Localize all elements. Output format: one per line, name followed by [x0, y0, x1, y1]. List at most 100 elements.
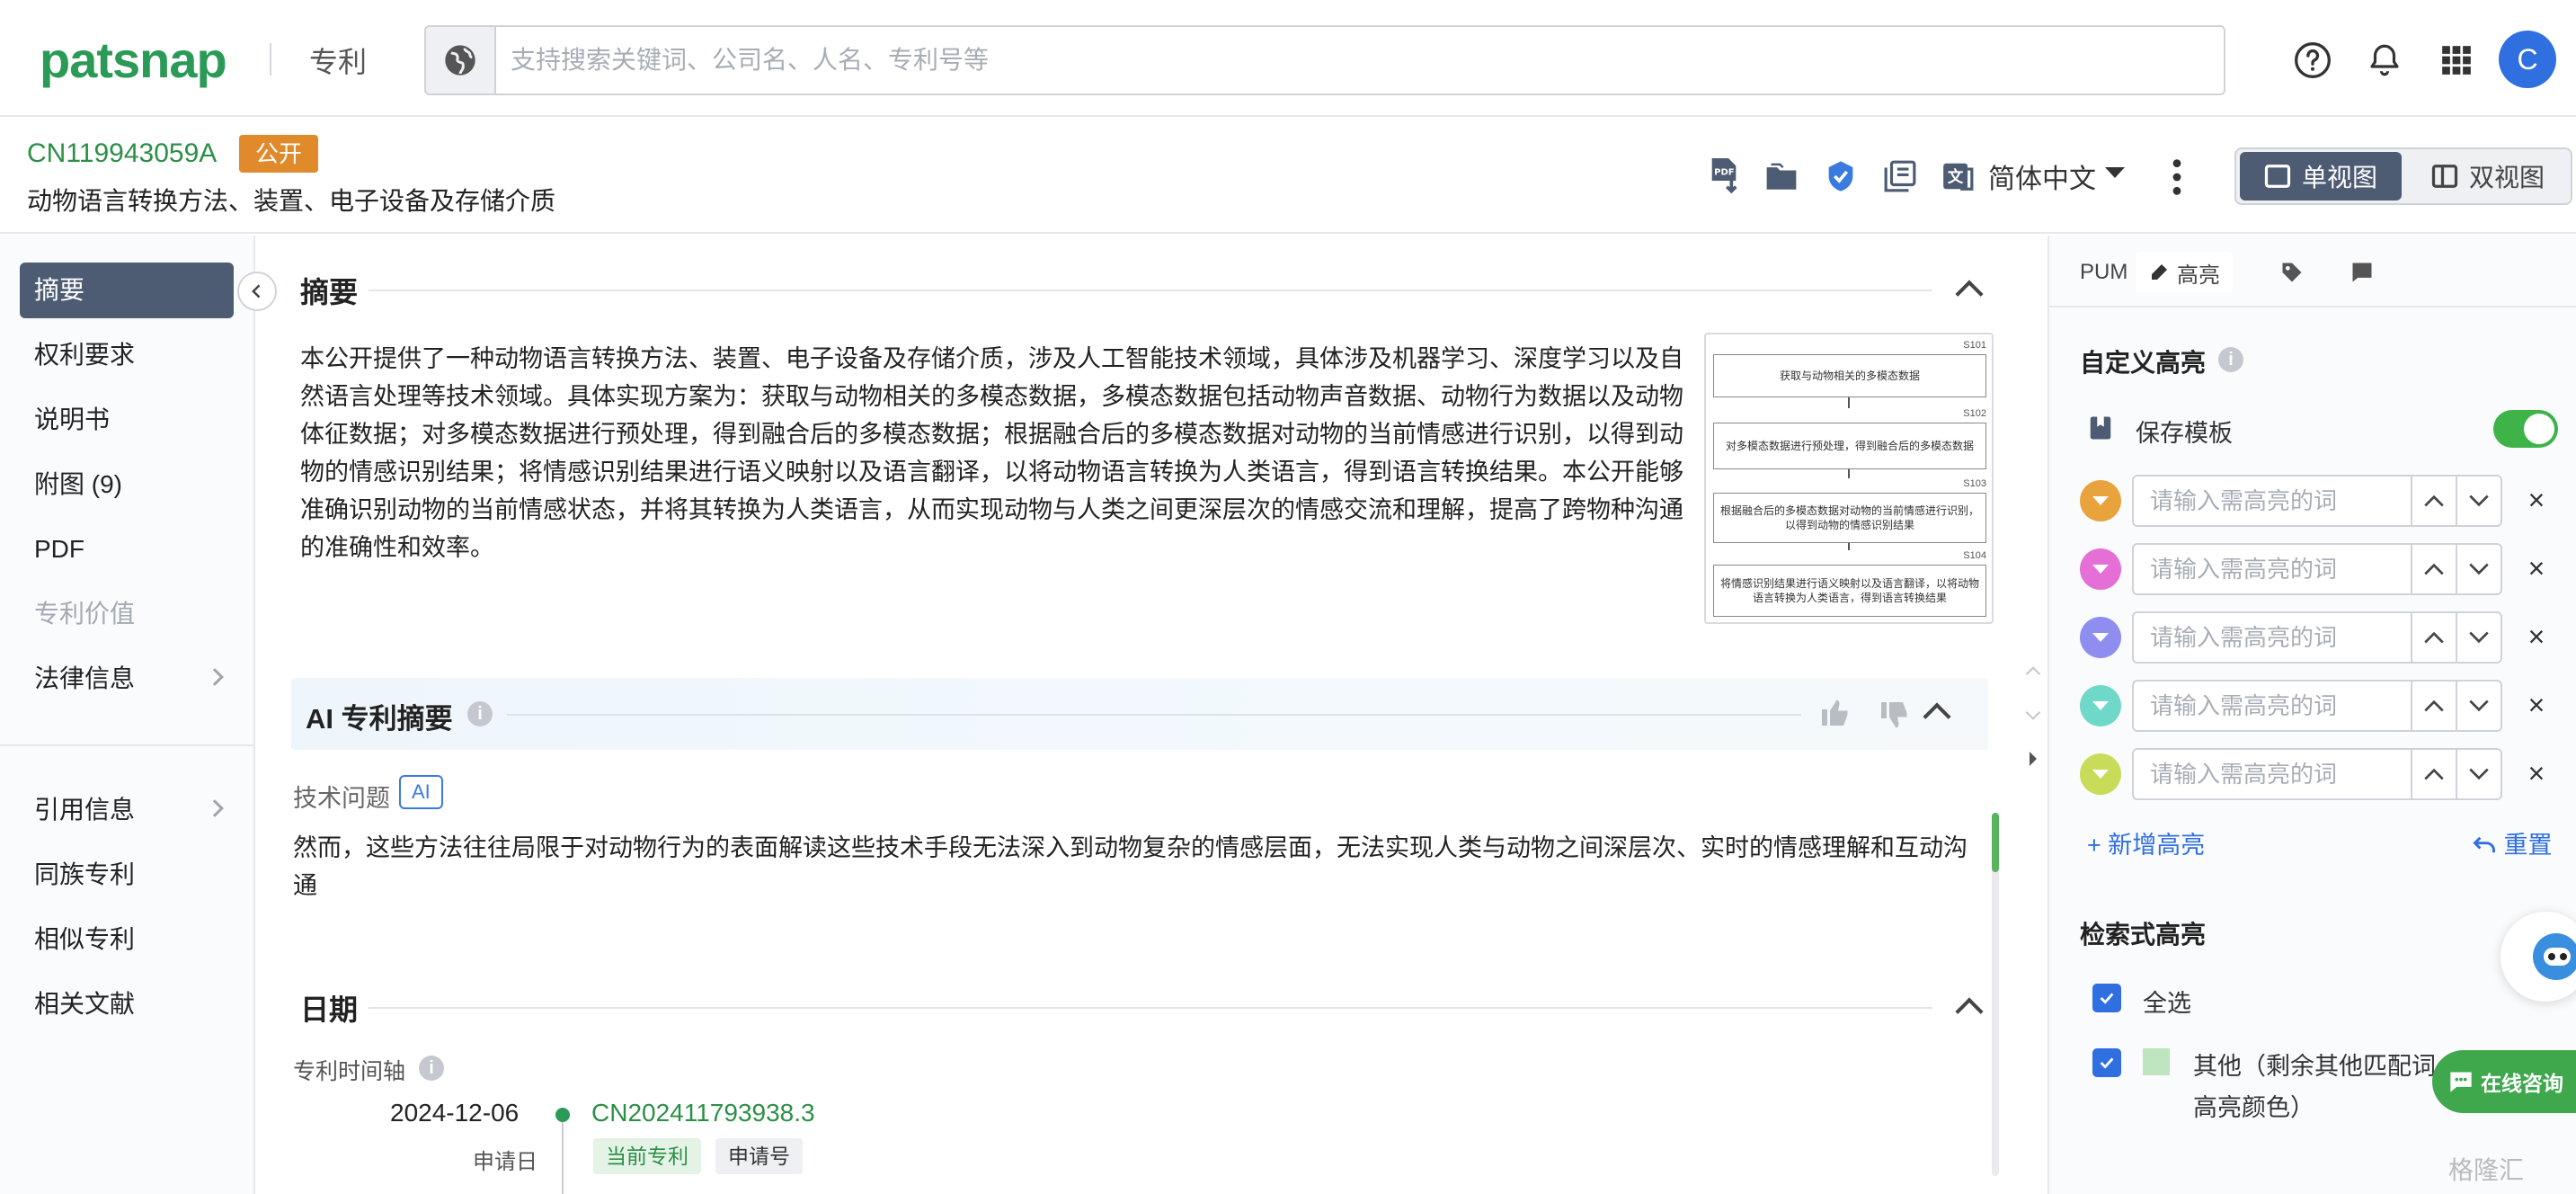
thumbs-down-icon[interactable]: [1879, 699, 1911, 736]
move-up-button[interactable]: [2411, 475, 2457, 527]
current-patent-chip: 当前专利: [593, 1138, 701, 1174]
comment-icon[interactable]: [2349, 252, 2375, 293]
highlight-input[interactable]: [2132, 475, 2412, 527]
move-down-button[interactable]: [2456, 611, 2502, 664]
abstract-figure[interactable]: S101 获取与动物相关的多模态数据 S102 对多模态数据进行预处理，得到融合…: [1704, 333, 1994, 624]
sidebar-collapse-button[interactable]: [237, 272, 277, 311]
expand-panel-icon[interactable]: [2022, 748, 2044, 770]
move-up-button[interactable]: [2411, 748, 2457, 800]
color-picker-icon[interactable]: [2080, 480, 2121, 521]
reset-label: 重置: [2503, 832, 2553, 859]
reset-button[interactable]: 重置: [2472, 825, 2553, 860]
sidebar-item-abstract[interactable]: 摘要: [20, 263, 234, 318]
sidebar-item-citations[interactable]: 引用信息: [20, 782, 234, 838]
pdf-download-icon[interactable]: PDF: [1702, 155, 1745, 198]
folder-icon[interactable]: [1760, 155, 1803, 198]
info-icon[interactable]: i: [467, 701, 493, 726]
close-icon[interactable]: ×: [2520, 757, 2553, 789]
save-template-toggle[interactable]: [2493, 410, 2558, 448]
close-icon[interactable]: ×: [2520, 552, 2553, 584]
flow-arrow: [1848, 397, 1850, 408]
search-bar: [424, 25, 2225, 95]
move-up-button[interactable]: [2411, 543, 2457, 595]
online-consult-button[interactable]: 在线咨询: [2432, 1050, 2576, 1113]
sidebar-item-pdf[interactable]: PDF: [20, 521, 234, 577]
panel-tab-bar: PUM 高亮: [2049, 236, 2576, 307]
chevron-left-icon: [252, 284, 261, 298]
sidebar-item-description[interactable]: 说明书: [20, 392, 234, 448]
more-vertical-icon[interactable]: [2166, 156, 2188, 198]
sidebar-item-legal-label: 法律信息: [34, 664, 136, 692]
select-all-checkbox[interactable]: [2092, 984, 2121, 1012]
chat-icon: [2450, 1072, 2472, 1092]
ai-tag: AI: [399, 775, 443, 809]
copy-icon[interactable]: [1879, 155, 1922, 198]
move-down-button[interactable]: [2456, 475, 2502, 527]
color-picker-icon[interactable]: [2080, 685, 2121, 726]
language-select[interactable]: 简体中文: [1988, 156, 2096, 196]
tab-highlight[interactable]: 高亮: [2136, 252, 2233, 293]
shield-check-icon[interactable]: [1819, 155, 1862, 198]
color-picker-icon[interactable]: [2080, 548, 2121, 590]
bookmark-icon: [2087, 414, 2114, 447]
nav-section-label[interactable]: 专利: [309, 40, 367, 81]
chevron-down-icon[interactable]: [2022, 705, 2044, 726]
highlight-input[interactable]: [2132, 748, 2412, 800]
close-icon[interactable]: ×: [2520, 689, 2553, 721]
sidebar-item-family[interactable]: 同族专利: [20, 847, 234, 903]
highlight-input[interactable]: [2132, 611, 2412, 664]
info-icon[interactable]: i: [419, 1056, 444, 1081]
close-icon[interactable]: ×: [2520, 620, 2553, 653]
patsnap-logo[interactable]: patsnap: [40, 31, 227, 89]
highlight-input[interactable]: [2132, 543, 2412, 595]
sidebar-item-similar[interactable]: 相似专利: [20, 912, 234, 967]
move-down-button[interactable]: [2456, 680, 2502, 732]
sidebar-item-citations-label: 引用信息: [34, 796, 136, 824]
user-avatar[interactable]: C: [2499, 31, 2556, 88]
collapse-up-icon[interactable]: [1955, 280, 1984, 308]
globe-icon[interactable]: [426, 27, 496, 94]
highlight-input[interactable]: [2132, 680, 2412, 732]
move-down-button[interactable]: [2456, 543, 2502, 595]
sidebar-item-legal[interactable]: 法律信息: [20, 651, 234, 707]
single-view-button[interactable]: 单视图: [2240, 152, 2402, 200]
sidebar-item-related[interactable]: 相关文献: [20, 976, 234, 1032]
tab-pum[interactable]: PUM: [2080, 252, 2127, 293]
other-checkbox[interactable]: [2092, 1048, 2121, 1077]
color-swatch[interactable]: [2143, 1048, 2170, 1075]
chevron-down-icon: [2469, 563, 2489, 575]
close-icon[interactable]: ×: [2520, 484, 2553, 516]
translate-icon[interactable]: 文: [1936, 155, 1979, 198]
search-input[interactable]: [511, 38, 2200, 83]
patent-number[interactable]: CN119943059A: [27, 138, 217, 169]
apps-grid-icon[interactable]: [2436, 40, 2477, 81]
bell-icon[interactable]: [2364, 40, 2405, 81]
main-content: 摘要 本公开提供了一种动物语言转换方法、装置、电子设备及存储介质，涉及人工智能技…: [257, 236, 2046, 1194]
flow-step-box: 根据融合后的多模态数据对动物的当前情感进行识别，以得到动物的情感识别结果: [1713, 493, 1986, 543]
move-up-button[interactable]: [2411, 680, 2457, 732]
collapse-up-icon[interactable]: [1923, 702, 1951, 731]
content-scrollbar[interactable]: [1992, 813, 1999, 1176]
thumbs-up-icon[interactable]: [1819, 696, 1852, 733]
online-consult-label: 在线咨询: [2481, 1072, 2563, 1095]
chevron-up-icon[interactable]: [2022, 660, 2044, 682]
color-picker-icon[interactable]: [2080, 617, 2121, 658]
sidebar-item-figures[interactable]: 附图 (9): [20, 457, 234, 512]
sidebar-item-claims[interactable]: 权利要求: [20, 327, 234, 383]
timeline-date: 2024-12-06: [390, 1099, 520, 1127]
move-up-button[interactable]: [2411, 611, 2457, 664]
help-icon[interactable]: [2292, 40, 2333, 81]
add-highlight-button[interactable]: + 新增高亮: [2087, 825, 2205, 860]
tag-icon[interactable]: [2279, 252, 2305, 293]
collapse-up-icon[interactable]: [1955, 997, 1984, 1026]
scrollbar-thumb[interactable]: [1992, 813, 1999, 872]
assistant-bot-icon[interactable]: [2500, 912, 2576, 1002]
chevron-down-icon[interactable]: [2105, 167, 2125, 178]
select-all-label: 全选: [2143, 990, 2191, 1017]
application-number-link[interactable]: CN202411793938.3: [591, 1099, 815, 1127]
double-view-button[interactable]: 双视图: [2407, 152, 2569, 200]
info-icon[interactable]: i: [2218, 347, 2243, 372]
move-down-button[interactable]: [2456, 748, 2502, 800]
other-label: 其他（剩余其他匹配词: [2193, 1053, 2436, 1080]
color-picker-icon[interactable]: [2080, 753, 2121, 795]
